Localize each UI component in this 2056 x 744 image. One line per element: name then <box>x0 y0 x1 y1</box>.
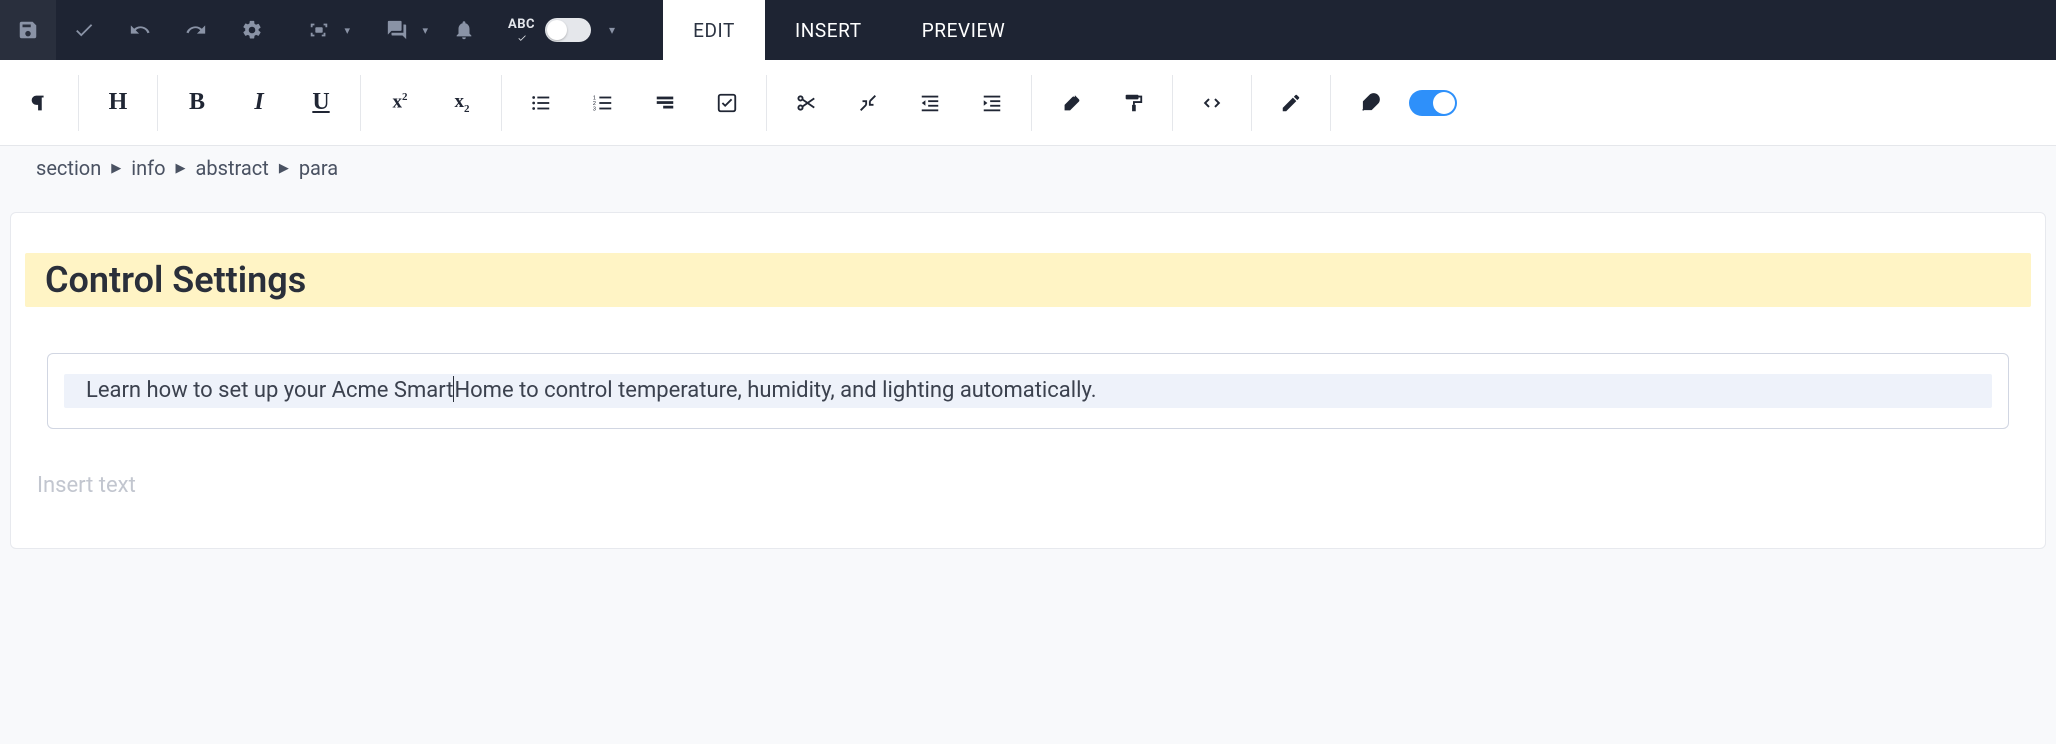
bold-button[interactable]: B <box>166 75 228 131</box>
spellcheck-group: ABC ▾ <box>492 17 639 43</box>
paragraph-block[interactable]: Learn how to set up your Acme SmartHome … <box>64 374 1992 408</box>
format-painter-button[interactable] <box>1102 75 1164 131</box>
indent-icon <box>654 92 676 114</box>
collapse-button[interactable] <box>837 75 899 131</box>
formatting-toolbar: H B I U x2 x2 123 <box>0 60 2056 146</box>
heading-button[interactable]: H <box>87 75 149 131</box>
check-icon <box>73 19 95 41</box>
chevron-down-icon: ▾ <box>422 24 428 37</box>
list-ul-icon <box>530 92 552 114</box>
quill-button[interactable] <box>1339 75 1401 131</box>
paragraph-text-after: Home to control temperature, humidity, a… <box>454 378 1096 403</box>
layout-button[interactable] <box>634 75 696 131</box>
indent-right-icon <box>981 92 1003 114</box>
redo-button[interactable] <box>168 0 224 60</box>
comments-icon <box>386 19 408 41</box>
author-mode-toggle[interactable] <box>1409 90 1457 116</box>
paragraph-mark-button[interactable] <box>8 75 70 131</box>
tab-preview[interactable]: PREVIEW <box>892 0 1036 60</box>
settings-button[interactable] <box>224 0 280 60</box>
chevron-down-icon: ▾ <box>344 24 350 37</box>
italic-button[interactable]: I <box>228 75 290 131</box>
fullscreen-icon <box>308 19 330 41</box>
feather-icon <box>1359 92 1381 114</box>
abstract-block[interactable]: Learn how to set up your Acme SmartHome … <box>47 353 2009 429</box>
outdent-button[interactable] <box>899 75 961 131</box>
breadcrumb: section ▶ info ▶ abstract ▶ para <box>0 146 2056 190</box>
paint-roller-icon <box>1122 92 1144 114</box>
eraser-icon <box>1060 92 1082 114</box>
edit-button[interactable] <box>1260 75 1322 131</box>
code-icon <box>1201 92 1223 114</box>
outdent-icon <box>919 92 941 114</box>
redo-icon <box>185 19 207 41</box>
tab-insert[interactable]: INSERT <box>765 0 892 60</box>
document-title: Control Settings <box>45 259 2011 301</box>
checklist-button[interactable] <box>696 75 758 131</box>
chevron-right-icon: ▶ <box>279 161 289 176</box>
tab-edit[interactable]: EDIT <box>663 0 765 60</box>
breadcrumb-item[interactable]: para <box>299 156 338 180</box>
checkbox-icon <box>716 92 738 114</box>
eraser-button[interactable] <box>1040 75 1102 131</box>
bell-icon <box>453 19 475 41</box>
cut-button[interactable] <box>775 75 837 131</box>
pencil-icon <box>1280 92 1302 114</box>
spellcheck-dropdown[interactable]: ▾ <box>601 23 623 37</box>
subscript-button[interactable]: x2 <box>431 75 493 131</box>
confirm-button[interactable] <box>56 0 112 60</box>
svg-text:3: 3 <box>593 106 596 112</box>
indent-button[interactable] <box>961 75 1023 131</box>
insert-text-placeholder[interactable]: Insert text <box>37 473 2035 498</box>
scissors-icon <box>795 92 817 114</box>
bulleted-list-button[interactable] <box>510 75 572 131</box>
spellcheck-toggle[interactable] <box>545 18 591 42</box>
paragraph-text-before: Learn how to set up your Acme Smart <box>86 378 453 403</box>
breadcrumb-item[interactable]: info <box>131 156 165 180</box>
fullscreen-dropdown[interactable]: ▾ <box>280 0 358 60</box>
breadcrumb-item[interactable]: abstract <box>196 156 269 180</box>
undo-icon <box>129 19 151 41</box>
notifications-button[interactable] <box>436 0 492 60</box>
undo-button[interactable] <box>112 0 168 60</box>
chevron-right-icon: ▶ <box>111 161 121 176</box>
comments-dropdown[interactable]: ▾ <box>358 0 436 60</box>
editor-area: Control Settings Learn how to set up you… <box>10 212 2046 549</box>
top-toolbar: ▾ ▾ ABC ▾ EDIT INSERT PREVIEW <box>0 0 2056 60</box>
superscript-button[interactable]: x2 <box>369 75 431 131</box>
title-block[interactable]: Control Settings <box>25 253 2031 307</box>
underline-button[interactable]: U <box>290 75 352 131</box>
save-button[interactable] <box>0 0 56 60</box>
list-ol-icon: 123 <box>592 92 614 114</box>
main-tabs: EDIT INSERT PREVIEW <box>663 0 1035 60</box>
numbered-list-button[interactable]: 123 <box>572 75 634 131</box>
save-icon <box>17 19 39 41</box>
breadcrumb-item[interactable]: section <box>36 156 101 180</box>
code-view-button[interactable] <box>1181 75 1243 131</box>
chevron-right-icon: ▶ <box>176 161 186 176</box>
compress-icon <box>857 92 879 114</box>
pilcrow-icon <box>28 92 50 114</box>
spellcheck-label: ABC <box>508 17 535 43</box>
gear-icon <box>241 19 263 41</box>
